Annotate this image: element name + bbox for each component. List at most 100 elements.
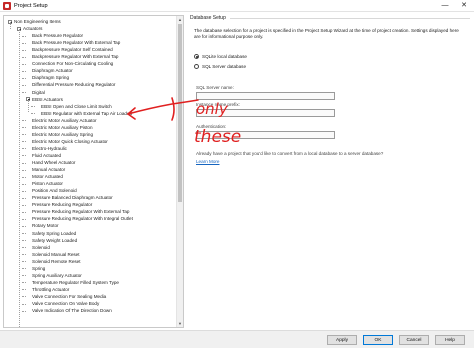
tree-item[interactable]: Rotary Motor xyxy=(4,222,176,229)
tree-view[interactable]: Non Engineering Items Actuators Back Press… xyxy=(3,15,184,328)
tree-connector xyxy=(22,77,26,79)
learn-more-link[interactable]: Learn More xyxy=(196,159,220,164)
tree-item[interactable]: Diaphragm Spring xyxy=(4,74,176,81)
tree-connector xyxy=(22,190,26,192)
tree-connector xyxy=(22,176,26,178)
scroll-down-icon[interactable]: ▼ xyxy=(177,320,183,327)
tree-connector xyxy=(22,282,26,284)
vertical-scrollbar[interactable]: ▲ ▼ xyxy=(176,16,183,327)
tree-item-label: Throttling Actuator xyxy=(32,286,70,292)
tree-connector xyxy=(22,120,26,122)
tree-item[interactable]: Position And Solenoid xyxy=(4,187,176,194)
tree-item[interactable]: Valve Connection On Valve Body xyxy=(4,300,176,307)
tree-item-label: Pressure Reducing Regulator With Externa… xyxy=(32,209,130,215)
tree-item-label: Valve Connection For Sealing Media xyxy=(32,293,107,299)
tree-item[interactable]: Back Pressure Regulator xyxy=(4,32,176,39)
tree-item[interactable]: Throttling Actuator xyxy=(4,286,176,293)
instance-prefix-input[interactable] xyxy=(196,109,335,117)
tree-item[interactable]: Fluid Actuated xyxy=(4,152,176,159)
tree-connector xyxy=(22,92,26,93)
authentication-input[interactable] xyxy=(196,131,335,139)
convert-question: Already have a project that you'd like t… xyxy=(196,151,384,156)
tree-connector xyxy=(22,155,26,157)
tree-connector xyxy=(22,169,26,171)
ok-button[interactable]: OK xyxy=(363,335,393,345)
tree-item[interactable]: Solenoid Manual Reset xyxy=(4,251,176,258)
sqlite-radio[interactable] xyxy=(194,54,199,59)
tree-item[interactable]: Electric Motor Auxiliary Piston xyxy=(4,124,176,131)
tree-item[interactable]: Valve Connection For Sealing Media xyxy=(4,293,176,300)
tree-guide-line xyxy=(18,29,20,327)
tree-item[interactable]: Solenoid Remote Reset xyxy=(4,258,176,265)
server-name-input[interactable] xyxy=(196,92,335,100)
scrollbar-thumb[interactable] xyxy=(178,24,182,202)
tree-item[interactable]: Pressure Reducing Regulator xyxy=(4,201,176,208)
minimize-button[interactable]: — xyxy=(437,0,453,12)
tree-item[interactable]: Electric Motor Quick Closing Actuator xyxy=(4,138,176,145)
tree-item-label: EBSI Actuators xyxy=(32,96,63,102)
tree-item-label: Safety Spring Loaded xyxy=(32,230,77,236)
tree-item[interactable]: Valve Indication Of The Direction Down xyxy=(4,307,176,314)
tree-item-label: Electric Motor Auxiliary Spring xyxy=(32,131,94,137)
tree-item[interactable]: EBSI Regulator with External Tap Air Loa… xyxy=(4,110,176,117)
tree-connector xyxy=(22,211,26,213)
tree-item[interactable]: Pressure Balanced Diaphragm Actuator xyxy=(4,194,176,201)
database-setup-panel: Database Setup The database selection fo… xyxy=(190,15,471,328)
tree-item[interactable]: Hand Wheel Actuator xyxy=(4,159,176,166)
tree-connector xyxy=(22,70,26,72)
tree-item[interactable]: Spring xyxy=(4,265,176,272)
tree-item[interactable]: EBSI Actuators xyxy=(4,96,176,103)
tree-item-label: Valve Connection On Valve Body xyxy=(32,301,100,306)
section-divider xyxy=(230,18,470,19)
tree-item[interactable]: Temperature Regulator Filled System Type xyxy=(4,279,176,286)
tree-item[interactable]: Pressure Reducing Regulator With Externa… xyxy=(4,208,176,215)
tree-connector xyxy=(22,162,26,164)
tree-connector xyxy=(22,247,26,249)
tree-item[interactable]: Safety Weight Loaded xyxy=(4,237,176,244)
tree-item-label: Electric Motor Auxiliary Actuator xyxy=(32,117,97,123)
tree-item[interactable]: Electric Motor Auxiliary Actuator xyxy=(4,117,176,124)
tree-item[interactable]: Digital xyxy=(4,89,176,96)
sql-server-radio[interactable] xyxy=(194,64,199,69)
tree-connector xyxy=(22,204,26,206)
tree-connector xyxy=(22,233,26,234)
apply-button[interactable]: Apply xyxy=(327,335,357,345)
tree-item-label: Solenoid xyxy=(32,244,50,250)
tree-item-label: Digital xyxy=(32,89,45,95)
tree-item[interactable]: Non Engineering Items xyxy=(4,18,176,25)
tree-item[interactable]: Backpressure Regulator Self Contained xyxy=(4,46,176,53)
tree-item[interactable]: Backpressure Regulator With External Tap xyxy=(4,53,176,60)
tree-item[interactable]: Motor Actuated xyxy=(4,173,176,180)
server-name-label: SQL Server name: xyxy=(196,85,234,90)
tree-connector xyxy=(22,49,26,51)
tree-item[interactable]: Pressure Reducing Regulator With Integra… xyxy=(4,215,176,222)
tree-item[interactable]: EBSI Open and Close Limit Switch xyxy=(4,103,176,110)
tree-item[interactable]: Diaphragm Actuator xyxy=(4,67,176,74)
tree-item-label: Spring xyxy=(32,265,46,271)
dialog-footer: Apply OK Cancel Help xyxy=(0,330,474,348)
tree-connector xyxy=(22,35,26,37)
close-button[interactable]: ✕ xyxy=(456,0,472,12)
tree-item-label: EBSI Open and Close Limit Switch xyxy=(41,103,112,109)
tree-item[interactable]: Connection For Non-Circulating Cooling xyxy=(4,60,176,67)
tree-item[interactable]: Safety Spring Loaded xyxy=(4,230,176,237)
tree-item[interactable]: Piston Actuator xyxy=(4,180,176,187)
scroll-up-icon[interactable]: ▲ xyxy=(177,16,183,23)
tree-item[interactable]: Spring Auxiliary Actuator xyxy=(4,272,176,279)
tree-item-label: Diaphragm Actuator xyxy=(32,68,73,74)
tree-guide-line xyxy=(27,99,29,112)
tree-item-label: Hand Wheel Actuator xyxy=(32,160,76,165)
tree-item[interactable]: Solenoid xyxy=(4,244,176,251)
help-button[interactable]: Help xyxy=(435,335,465,345)
tree-item-label: Fluid Actuated xyxy=(32,152,62,158)
tree-connector xyxy=(22,183,26,185)
tree-item[interactable]: Differential Pressure Reducing Regulator xyxy=(4,81,176,88)
tree-item[interactable]: Manual Actuator xyxy=(4,166,176,173)
tree-item-label: Piston Actuator xyxy=(32,181,63,187)
tree-item[interactable]: Back Pressure Regulator With External Ta… xyxy=(4,39,176,46)
tree-item[interactable]: Electro-Hydraulic xyxy=(4,145,176,152)
cancel-button[interactable]: Cancel xyxy=(399,335,429,345)
tree-item[interactable]: Electric Motor Auxiliary Spring xyxy=(4,131,176,138)
tree-item-label: Electric Motor Auxiliary Piston xyxy=(32,124,93,130)
tree-item[interactable]: Actuators xyxy=(4,25,176,32)
